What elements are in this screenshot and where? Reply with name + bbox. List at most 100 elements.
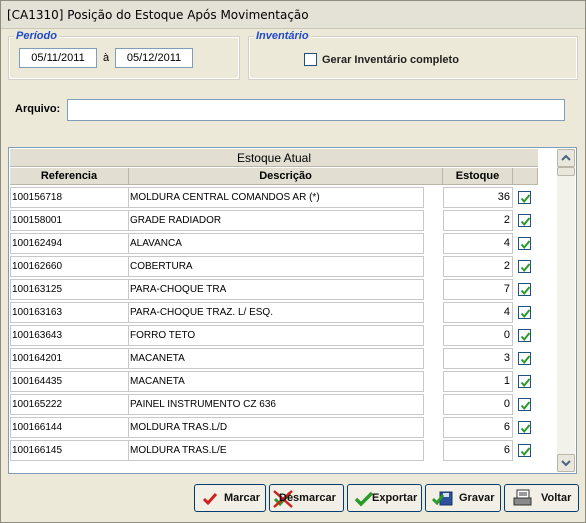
gerar-inventario-label: Gerar Inventário completo <box>322 54 459 66</box>
grid-rows: 100156718 MOLDURA CENTRAL COMANDOS AR (*)… <box>10 187 538 463</box>
cell-estoque[interactable]: 2 <box>443 210 513 231</box>
arquivo-input[interactable] <box>67 99 565 121</box>
column-header-descricao[interactable]: Descrição <box>129 168 443 185</box>
periodo-label: Período <box>14 30 59 42</box>
table-row[interactable]: 100162494 ALAVANCA 4 <box>10 233 538 256</box>
main-window: [CA1310] Posição do Estoque Após Movimen… <box>0 0 586 523</box>
cell-descricao[interactable]: MOLDURA CENTRAL COMANDOS AR (*) <box>128 187 424 208</box>
row-checkbox[interactable] <box>518 214 531 227</box>
cell-referencia[interactable]: 100156718 <box>10 187 129 208</box>
cell-descricao[interactable]: GRADE RADIADOR <box>128 210 424 231</box>
checkmark-red-icon <box>202 493 218 506</box>
checkmark-icon <box>520 332 531 342</box>
checkmark-icon <box>520 240 531 250</box>
cell-descricao[interactable]: PARA-CHOQUE TRAZ. L/ ESQ. <box>128 302 424 323</box>
cell-referencia[interactable]: 100162660 <box>10 256 129 277</box>
table-row[interactable]: 100158001 GRADE RADIADOR 2 <box>10 210 538 233</box>
row-checkbox[interactable] <box>518 398 531 411</box>
table-row[interactable]: 100163643 FORRO TETO 0 <box>10 325 538 348</box>
cell-referencia[interactable]: 100163125 <box>10 279 129 300</box>
chevron-down-icon <box>561 460 571 467</box>
cell-referencia[interactable]: 100164435 <box>10 371 129 392</box>
checkmark-icon <box>520 355 531 365</box>
scroll-thumb[interactable] <box>557 167 575 176</box>
table-row[interactable]: 100162660 COBERTURA 2 <box>10 256 538 279</box>
checkmark-icon <box>520 217 531 227</box>
column-header-referencia[interactable]: Referencia <box>10 168 129 185</box>
row-checkbox[interactable] <box>518 444 531 457</box>
cell-descricao[interactable]: MACANETA <box>128 348 424 369</box>
cell-estoque[interactable]: 36 <box>443 187 513 208</box>
periodo-end-field[interactable]: 05/12/2011 <box>115 48 193 68</box>
marcar-button[interactable]: Marcar <box>194 484 266 512</box>
table-row[interactable]: 100164435 MACANETA 1 <box>10 371 538 394</box>
table-row[interactable]: 100156718 MOLDURA CENTRAL COMANDOS AR (*)… <box>10 187 538 210</box>
cell-referencia[interactable]: 100165222 <box>10 394 129 415</box>
checkmark-icon <box>520 447 531 457</box>
cell-estoque[interactable]: 0 <box>443 394 513 415</box>
cell-estoque[interactable]: 4 <box>443 233 513 254</box>
table-row[interactable]: 100166145 MOLDURA TRAS.L/E 6 <box>10 440 538 463</box>
desmarcar-button[interactable]: Desmarcar <box>269 484 344 512</box>
cell-referencia[interactable]: 100162494 <box>10 233 129 254</box>
cell-descricao[interactable]: MOLDURA TRAS.L/D <box>128 417 424 438</box>
cell-descricao[interactable]: PARA-CHOQUE TRA <box>128 279 424 300</box>
cell-referencia[interactable]: 100163643 <box>10 325 129 346</box>
row-checkbox[interactable] <box>518 191 531 204</box>
cell-descricao[interactable]: FORRO TETO <box>128 325 424 346</box>
exportar-label: Exportar <box>372 492 418 504</box>
table-row[interactable]: 100163163 PARA-CHOQUE TRAZ. L/ ESQ. 4 <box>10 302 538 325</box>
checkmark-icon <box>520 263 531 273</box>
cell-referencia[interactable]: 100166145 <box>10 440 129 461</box>
row-checkbox[interactable] <box>518 237 531 250</box>
cell-estoque[interactable]: 0 <box>443 325 513 346</box>
table-row[interactable]: 100166144 MOLDURA TRAS.L/D 6 <box>10 417 538 440</box>
cell-descricao[interactable]: MOLDURA TRAS.L/E <box>128 440 424 461</box>
desmarcar-label: Desmarcar <box>279 492 336 504</box>
arquivo-label: Arquivo: <box>15 103 61 115</box>
cell-referencia[interactable]: 100166144 <box>10 417 129 438</box>
table-row[interactable]: 100165222 PAINEL INSTRUMENTO CZ 636 0 <box>10 394 538 417</box>
grid-scrollbar[interactable] <box>557 149 575 472</box>
cell-estoque[interactable]: 3 <box>443 348 513 369</box>
row-checkbox[interactable] <box>518 306 531 319</box>
exportar-button[interactable]: Exportar <box>347 484 422 512</box>
chevron-up-icon <box>561 154 571 161</box>
cell-descricao[interactable]: COBERTURA <box>128 256 424 277</box>
cell-descricao[interactable]: ALAVANCA <box>128 233 424 254</box>
cell-estoque[interactable]: 6 <box>443 440 513 461</box>
cell-estoque[interactable]: 2 <box>443 256 513 277</box>
periodo-start-field[interactable]: 05/11/2011 <box>19 48 97 68</box>
gerar-inventario-checkbox[interactable] <box>304 53 317 66</box>
cell-referencia[interactable]: 100164201 <box>10 348 129 369</box>
grid-title: Estoque Atual <box>10 149 538 167</box>
row-checkbox[interactable] <box>518 375 531 388</box>
column-header-check <box>513 168 538 185</box>
cell-referencia[interactable]: 100163163 <box>10 302 129 323</box>
scroll-down-button[interactable] <box>557 454 575 472</box>
scroll-up-button[interactable] <box>557 149 575 167</box>
table-row[interactable]: 100164201 MACANETA 3 <box>10 348 538 371</box>
back-printer-icon <box>513 489 532 506</box>
cell-estoque[interactable]: 6 <box>443 417 513 438</box>
checkmark-icon <box>520 286 531 296</box>
checkmark-icon <box>520 194 531 204</box>
cell-estoque[interactable]: 4 <box>443 302 513 323</box>
save-disk-icon <box>432 491 453 506</box>
row-checkbox[interactable] <box>518 329 531 342</box>
voltar-button[interactable]: Voltar <box>504 484 579 512</box>
row-checkbox[interactable] <box>518 352 531 365</box>
cell-estoque[interactable]: 1 <box>443 371 513 392</box>
table-row[interactable]: 100163125 PARA-CHOQUE TRA 7 <box>10 279 538 302</box>
column-header-estoque[interactable]: Estoque <box>443 168 513 185</box>
gravar-label: Gravar <box>459 492 495 504</box>
cell-descricao[interactable]: MACANETA <box>128 371 424 392</box>
gravar-button[interactable]: Gravar <box>425 484 501 512</box>
cell-descricao[interactable]: PAINEL INSTRUMENTO CZ 636 <box>128 394 424 415</box>
cell-estoque[interactable]: 7 <box>443 279 513 300</box>
checkmark-green-icon <box>354 491 374 507</box>
cell-referencia[interactable]: 100158001 <box>10 210 129 231</box>
row-checkbox[interactable] <box>518 421 531 434</box>
row-checkbox[interactable] <box>518 260 531 273</box>
row-checkbox[interactable] <box>518 283 531 296</box>
